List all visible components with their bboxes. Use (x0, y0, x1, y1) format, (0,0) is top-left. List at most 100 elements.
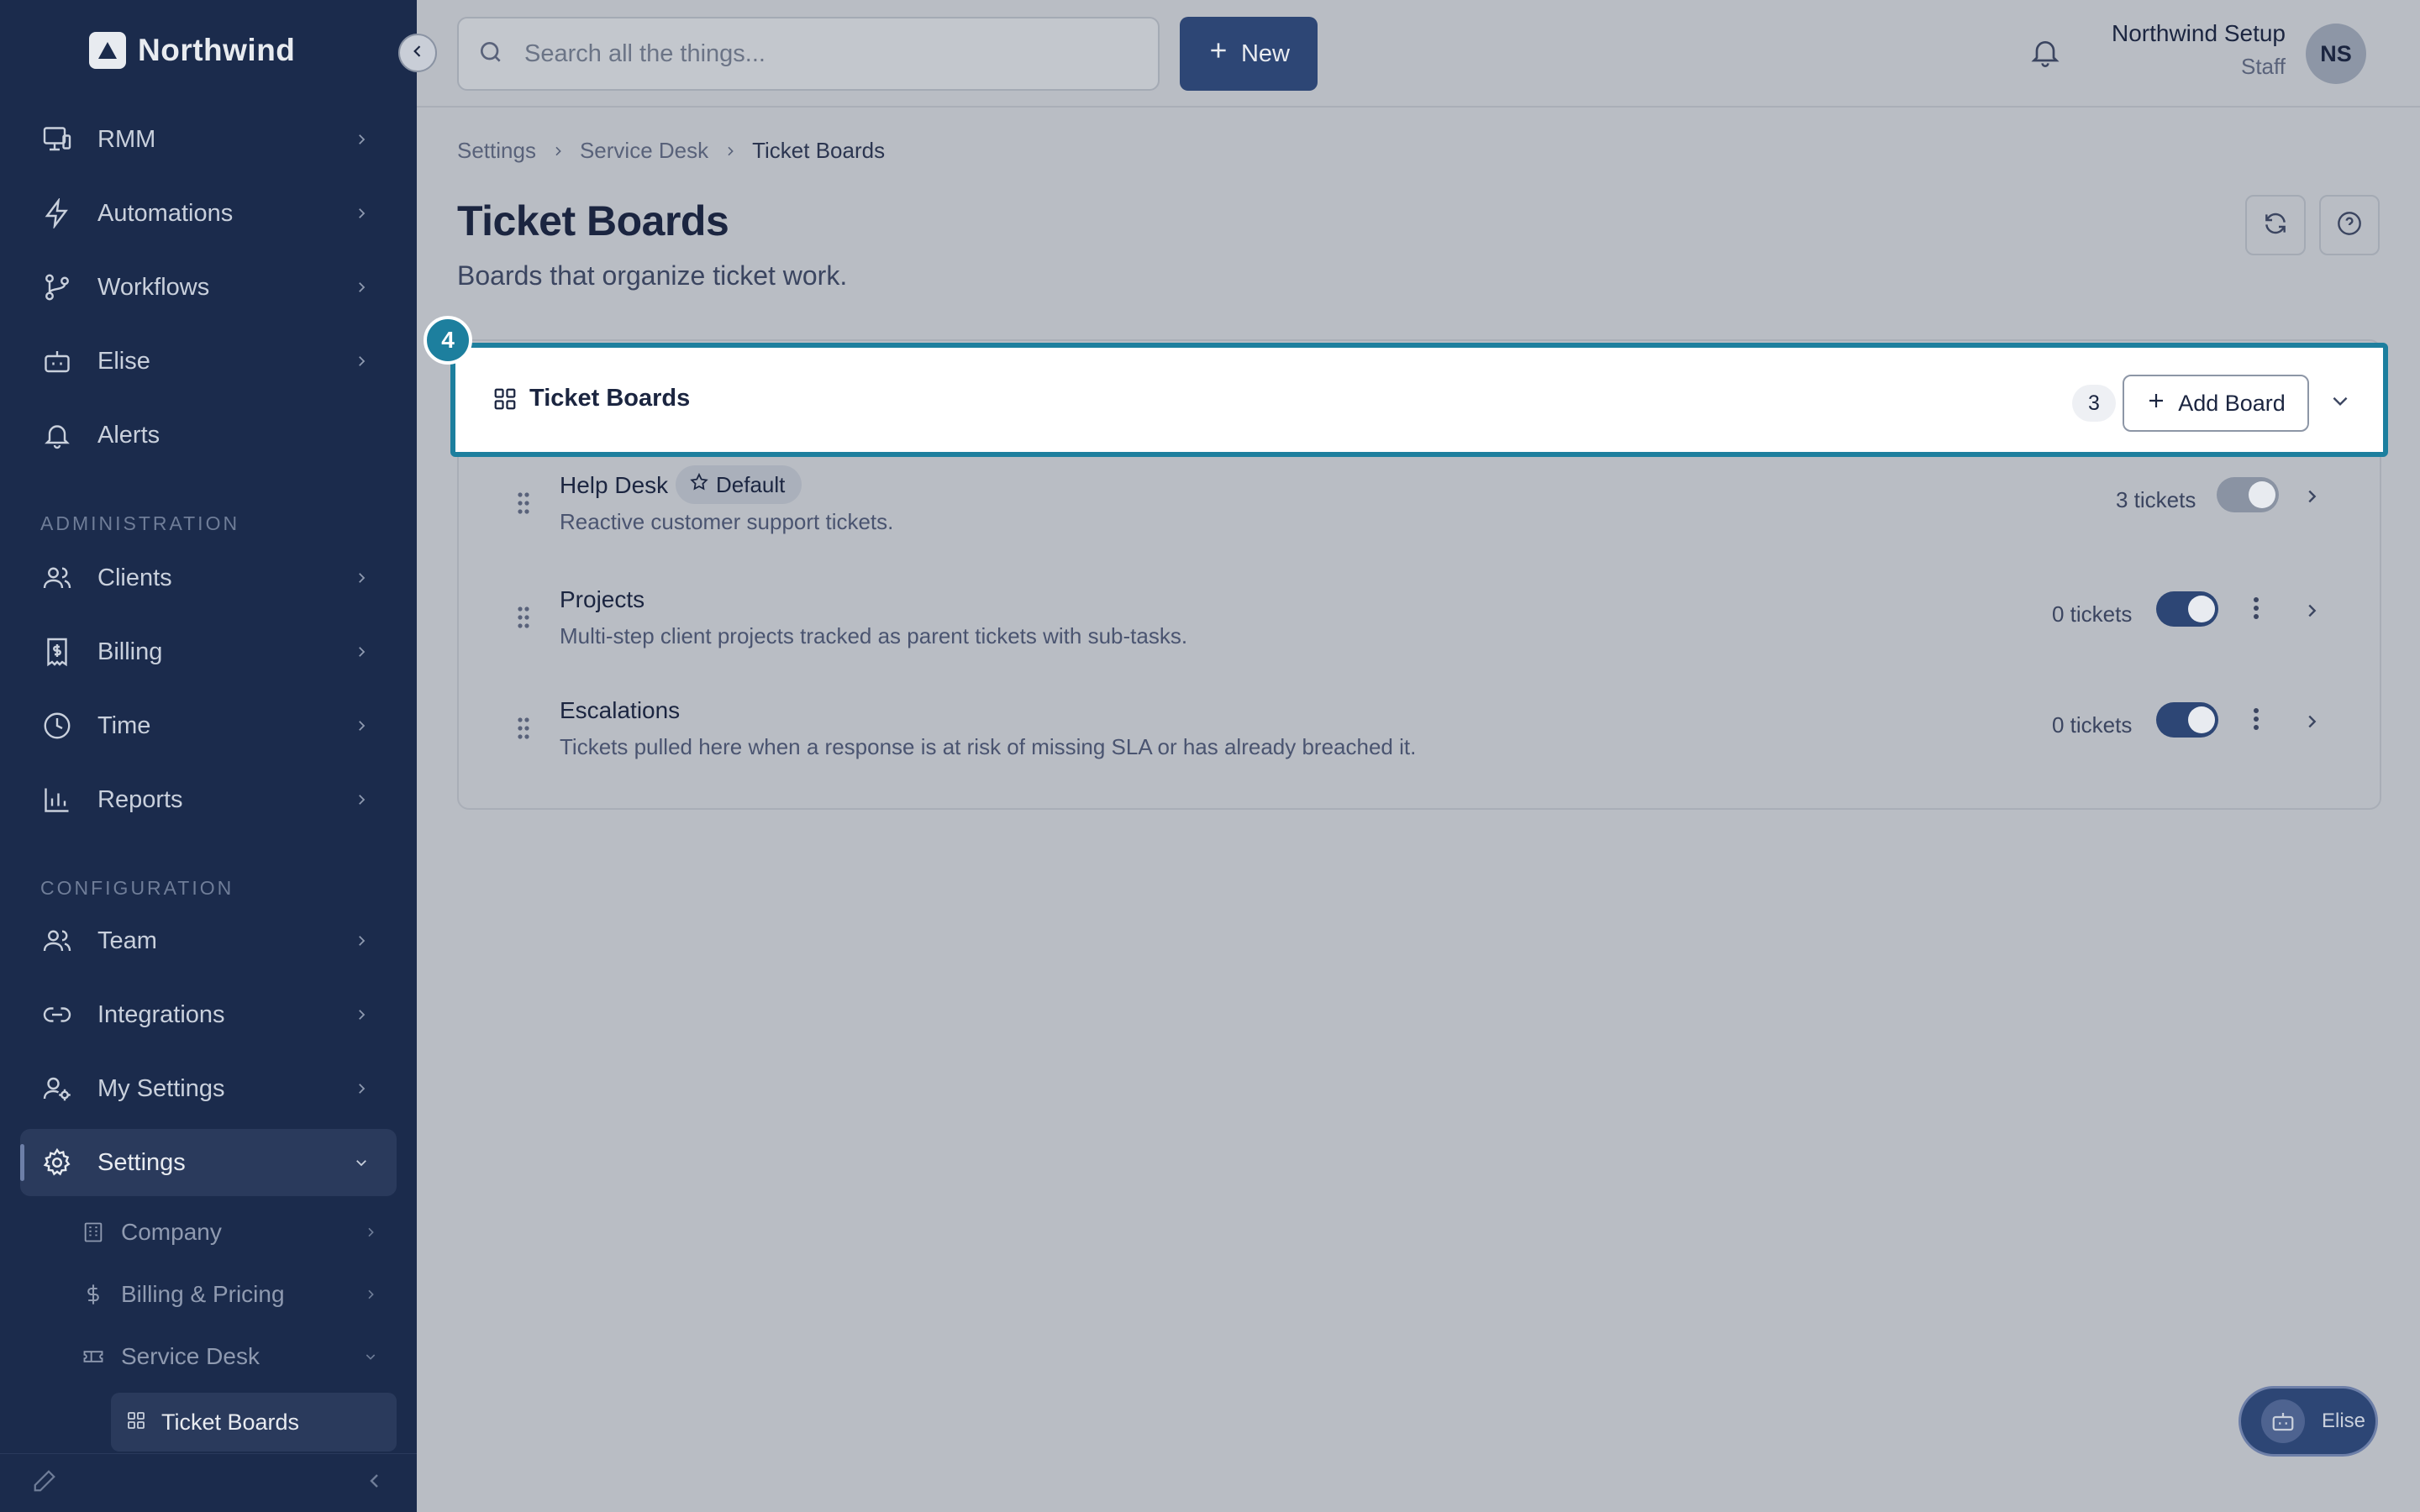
edit-icon[interactable] (32, 1468, 57, 1498)
sidebar-item-settings[interactable]: Settings (20, 1129, 397, 1196)
building-icon (81, 1220, 106, 1245)
sidebar-collapse-button[interactable] (398, 34, 437, 72)
board-ticket-count: 0 tickets (2052, 601, 2133, 627)
monitor-icon (40, 123, 74, 156)
chevron-right-icon[interactable] (2299, 709, 2324, 734)
board-ticket-count: 3 tickets (2116, 487, 2196, 512)
add-board-button[interactable]: Add Board (2123, 375, 2309, 432)
section-label-administration: ADMINISTRATION (40, 512, 240, 534)
board-ticket-count: 0 tickets (2052, 712, 2133, 738)
chevron-right-icon (360, 1221, 381, 1243)
avatar[interactable]: NS (2306, 24, 2366, 84)
receipt-icon (40, 635, 74, 669)
breadcrumb-settings[interactable]: Settings (457, 138, 536, 164)
board-row-escalations[interactable]: Escalations Tickets pulled here when a r… (459, 682, 2380, 791)
chevron-right-icon (350, 1003, 373, 1026)
sidebar-item-team[interactable]: Team (20, 907, 397, 974)
sidebar-subitem-label: Company (121, 1219, 222, 1245)
topbar: Search all the things... New Northwind S… (417, 0, 2420, 108)
board-row-projects[interactable]: Projects Multi-step client projects trac… (459, 571, 2380, 680)
drag-handle-icon[interactable] (516, 605, 531, 630)
board-enabled-toggle[interactable] (2156, 702, 2218, 738)
users-icon (40, 561, 74, 595)
user-info[interactable]: Northwind Setup Staff (2097, 20, 2286, 80)
bot-icon (2261, 1399, 2305, 1443)
sidebar: Northwind RMM Automations Workflows Elis… (0, 0, 417, 1512)
chevron-down-icon (350, 1151, 373, 1174)
add-board-label: Add Board (2178, 390, 2286, 416)
collapse-card-button[interactable] (2326, 386, 2354, 415)
bot-icon (40, 344, 74, 378)
more-vertical-icon[interactable] (2244, 591, 2269, 625)
chevron-right-icon (350, 788, 373, 811)
new-button-label: New (1240, 39, 1290, 67)
bar-chart-icon (40, 783, 74, 816)
chevron-right-icon (350, 566, 373, 590)
chevron-left-icon (409, 43, 426, 64)
sidebar-item-my-settings[interactable]: My Settings (20, 1055, 397, 1122)
sidebar-subitem-label: Ticket Boards (161, 1409, 300, 1435)
sidebar-subitem-company[interactable]: Company (81, 1205, 397, 1260)
help-circle-icon (2336, 210, 2363, 241)
bell-icon (2028, 35, 2062, 73)
breadcrumb-service-desk[interactable]: Service Desk (580, 138, 708, 164)
chevron-right-icon (350, 640, 373, 664)
clock-icon (40, 709, 74, 743)
sidebar-item-label: Settings (97, 1148, 186, 1176)
chevron-right-icon (350, 929, 373, 953)
help-button[interactable] (2319, 195, 2380, 255)
sidebar-item-billing[interactable]: Billing (20, 618, 397, 685)
user-cog-icon (40, 1072, 74, 1105)
chevron-right-icon[interactable] (2299, 484, 2324, 509)
notifications-button[interactable] (2025, 34, 2065, 74)
section-label-configuration: CONFIGURATION (40, 877, 234, 899)
new-button[interactable]: New (1180, 17, 1318, 91)
brand-name: Northwind (138, 33, 296, 67)
sidebar-item-alerts[interactable]: Alerts (20, 402, 397, 469)
chevron-down-icon (360, 1346, 381, 1368)
refresh-button[interactable] (2245, 195, 2306, 255)
sidebar-subitem-label: Billing & Pricing (121, 1281, 285, 1307)
sidebar-item-automations[interactable]: Automations (20, 180, 397, 247)
sidebar-item-workflows[interactable]: Workflows (20, 254, 397, 321)
sidebar-item-rmm[interactable]: RMM (20, 106, 397, 173)
more-vertical-icon[interactable] (2244, 702, 2269, 736)
sidebar-item-reports[interactable]: Reports (20, 766, 397, 833)
sidebar-item-label: Alerts (97, 421, 160, 449)
chevron-right-icon (360, 1284, 381, 1305)
search-placeholder: Search all the things... (524, 39, 765, 67)
board-enabled-toggle[interactable] (2156, 591, 2218, 627)
card-title: Ticket Boards (529, 385, 691, 412)
sidebar-item-label: My Settings (97, 1074, 225, 1102)
ticket-icon (81, 1344, 106, 1369)
workflow-icon (40, 270, 74, 304)
sidebar-item-time[interactable]: Time (20, 692, 397, 759)
collapse-left-icon[interactable] (365, 1471, 385, 1495)
logo-icon (89, 32, 126, 69)
board-row-help-desk[interactable]: Help Desk Default Reactive customer supp… (459, 457, 2380, 566)
drag-handle-icon[interactable] (516, 716, 531, 741)
brand-logo[interactable]: Northwind (89, 32, 295, 69)
link-icon (40, 998, 74, 1032)
sidebar-item-clients[interactable]: Clients (20, 544, 397, 612)
default-badge: Default (676, 465, 802, 504)
sidebar-item-label: Billing (97, 638, 163, 665)
chevron-right-icon (350, 349, 373, 373)
sidebar-item-integrations[interactable]: Integrations (20, 981, 397, 1048)
chevron-right-icon (551, 138, 565, 164)
sidebar-item-elise[interactable]: Elise (20, 328, 397, 395)
chevron-right-icon (350, 1077, 373, 1100)
search-input[interactable]: Search all the things... (457, 17, 1160, 91)
sidebar-subitem-ticket-boards[interactable]: Ticket Boards (111, 1393, 397, 1452)
boards-card-header: Ticket Boards 3 Add Board (450, 343, 2388, 457)
board-name: Escalations (560, 697, 681, 723)
sidebar-subitem-billing-pricing[interactable]: Billing & Pricing (81, 1267, 397, 1322)
board-name: Projects (560, 586, 645, 612)
drag-handle-icon[interactable] (516, 491, 531, 516)
sidebar-subitem-service-desk[interactable]: Service Desk (81, 1329, 397, 1384)
grid-icon (492, 386, 518, 412)
chevron-right-icon[interactable] (2299, 598, 2324, 623)
assistant-button[interactable]: Elise (2238, 1386, 2378, 1457)
sidebar-item-label: Reports (97, 785, 183, 813)
breadcrumb: Settings Service Desk Ticket Boards (457, 138, 885, 164)
